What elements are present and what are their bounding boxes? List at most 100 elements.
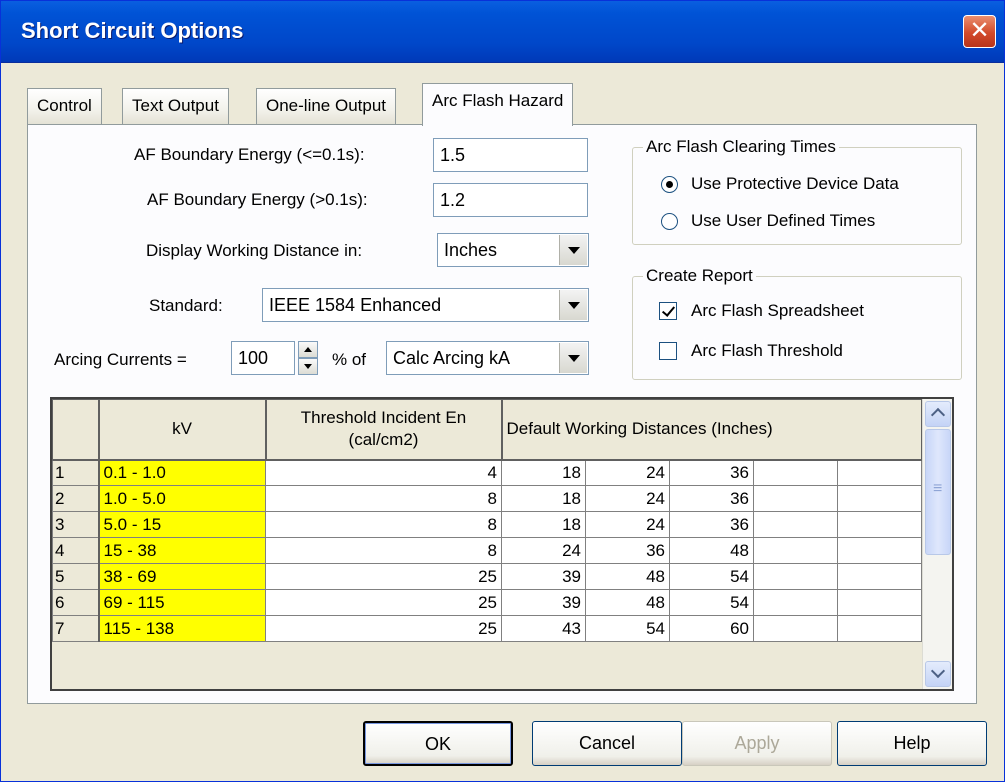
distance-cell[interactable]: 54 [669, 589, 754, 616]
kv-cell[interactable]: 69 - 115 [98, 589, 266, 616]
standard-value: IEEE 1584 Enhanced [269, 295, 442, 315]
ok-button[interactable]: OK [363, 721, 513, 766]
distance-cell[interactable] [837, 615, 922, 642]
scroll-thumb[interactable] [925, 429, 951, 555]
kv-cell[interactable]: 0.1 - 1.0 [98, 459, 266, 486]
apply-button[interactable]: Apply [682, 721, 832, 766]
distance-cell[interactable]: 54 [669, 563, 754, 590]
distance-cell[interactable]: 60 [669, 615, 754, 642]
close-icon[interactable]: ✕ [963, 15, 996, 48]
distance-cell[interactable] [753, 459, 838, 486]
distance-cell[interactable] [837, 511, 922, 538]
distance-cell[interactable]: 48 [585, 563, 670, 590]
header-threshold: Threshold Incident En (cal/cm2) [265, 399, 503, 461]
radio-protective-device-data-label[interactable]: Use Protective Device Data [691, 174, 899, 194]
row-number: 2 [52, 485, 100, 512]
af-boundary-le-input[interactable]: 1.5 [433, 138, 588, 172]
distance-cell[interactable]: 24 [585, 485, 670, 512]
header-threshold-line1: Threshold Incident En [300, 408, 467, 428]
checkbox-arc-flash-spreadsheet-label[interactable]: Arc Flash Spreadsheet [691, 301, 864, 321]
row-number: 5 [52, 563, 100, 590]
threshold-cell[interactable]: 25 [265, 615, 502, 642]
spin-down-icon[interactable] [298, 358, 318, 375]
chevron-down-icon[interactable] [559, 343, 587, 373]
checkbox-arc-flash-threshold[interactable] [659, 342, 677, 360]
working-distance-value: Inches [444, 240, 498, 260]
working-distance-select[interactable]: Inches [437, 233, 589, 267]
distance-cell[interactable]: 43 [501, 615, 586, 642]
threshold-cell[interactable]: 25 [265, 563, 502, 590]
help-button[interactable]: Help [837, 721, 987, 766]
table-body: 1 0.1 - 1.0 4 18 24 36 2 1.0 - 5.0 8 18 24 36 3 5.0 -… [52, 459, 922, 642]
threshold-cell[interactable]: 4 [265, 459, 502, 486]
distance-cell[interactable]: 54 [585, 615, 670, 642]
row-number: 4 [52, 537, 100, 564]
distance-cell[interactable] [753, 485, 838, 512]
header-threshold-line2: (cal/cm2) [348, 430, 419, 450]
table-row: 6 69 - 115 25 39 48 54 [52, 589, 922, 616]
chevron-down-icon[interactable] [559, 235, 587, 265]
arc-flash-panel: AF Boundary Energy (<=0.1s): 1.5 AF Boun… [27, 124, 977, 704]
distance-cell[interactable] [753, 589, 838, 616]
distance-cell[interactable] [753, 511, 838, 538]
distance-cell[interactable]: 48 [585, 589, 670, 616]
table-row: 4 15 - 38 8 24 36 48 [52, 537, 922, 564]
threshold-cell[interactable]: 8 [265, 511, 502, 538]
distance-cell[interactable]: 48 [669, 537, 754, 564]
standard-select[interactable]: IEEE 1584 Enhanced [262, 288, 589, 322]
arcing-currents-spinner[interactable] [298, 341, 318, 375]
distance-cell[interactable]: 18 [501, 511, 586, 538]
af-boundary-gt-input[interactable]: 1.2 [433, 183, 588, 217]
kv-cell[interactable]: 5.0 - 15 [98, 511, 266, 538]
scroll-down-icon[interactable] [925, 661, 951, 687]
threshold-cell[interactable]: 25 [265, 589, 502, 616]
distance-cell[interactable]: 36 [669, 485, 754, 512]
distance-cell[interactable]: 39 [501, 589, 586, 616]
cancel-button[interactable]: Cancel [532, 721, 682, 766]
distance-cell[interactable]: 24 [585, 511, 670, 538]
distance-cell[interactable]: 36 [585, 537, 670, 564]
distance-cell[interactable]: 39 [501, 563, 586, 590]
tab-text-output[interactable]: Text Output [122, 88, 229, 125]
chevron-down-icon[interactable] [559, 290, 587, 320]
distance-cell[interactable]: 24 [501, 537, 586, 564]
scroll-up-icon[interactable] [925, 401, 951, 427]
kv-cell[interactable]: 1.0 - 5.0 [98, 485, 266, 512]
distance-cell[interactable]: 36 [669, 511, 754, 538]
create-report-group: Create Report Arc Flash Spreadsheet Arc … [632, 266, 962, 380]
kv-cell[interactable]: 115 - 138 [98, 615, 266, 642]
threshold-cell[interactable]: 8 [265, 537, 502, 564]
radio-protective-device-data[interactable] [661, 176, 678, 193]
distance-cell[interactable]: 24 [585, 459, 670, 486]
distance-cell[interactable] [837, 563, 922, 590]
distance-cell[interactable] [837, 485, 922, 512]
distance-cell[interactable] [837, 459, 922, 486]
clearing-times-title: Arc Flash Clearing Times [643, 137, 839, 157]
distance-cell[interactable] [753, 563, 838, 590]
af-boundary-le-label: AF Boundary Energy (<=0.1s): [134, 145, 365, 164]
radio-user-defined-times-label[interactable]: Use User Defined Times [691, 211, 875, 231]
tab-control[interactable]: Control [27, 88, 102, 125]
kv-cell[interactable]: 38 - 69 [98, 563, 266, 590]
distance-cell[interactable]: 18 [501, 459, 586, 486]
distance-cell[interactable] [753, 615, 838, 642]
arcing-basis-select[interactable]: Calc Arcing kA [386, 341, 589, 375]
distance-cell[interactable] [753, 537, 838, 564]
checkbox-arc-flash-threshold-label[interactable]: Arc Flash Threshold [691, 341, 843, 361]
threshold-cell[interactable]: 8 [265, 485, 502, 512]
arcing-currents-input[interactable]: 100 [231, 341, 295, 375]
spin-up-icon[interactable] [298, 341, 318, 358]
distance-cell[interactable]: 18 [501, 485, 586, 512]
distance-cell[interactable] [837, 537, 922, 564]
distance-cell[interactable] [837, 589, 922, 616]
tab-one-line-output[interactable]: One-line Output [256, 88, 397, 125]
radio-user-defined-times[interactable] [661, 213, 678, 230]
arcing-currents-label: Arcing Currents = [54, 350, 187, 369]
distance-cell[interactable]: 36 [669, 459, 754, 486]
checkbox-arc-flash-spreadsheet[interactable] [659, 302, 677, 320]
tab-arc-flash-hazard[interactable]: Arc Flash Hazard [422, 83, 574, 126]
grid-scrollbar[interactable] [922, 399, 952, 689]
window-title: Short Circuit Options [21, 18, 244, 43]
voltage-table: kV Threshold Incident En (cal/cm2) Defau… [52, 399, 923, 642]
kv-cell[interactable]: 15 - 38 [98, 537, 266, 564]
